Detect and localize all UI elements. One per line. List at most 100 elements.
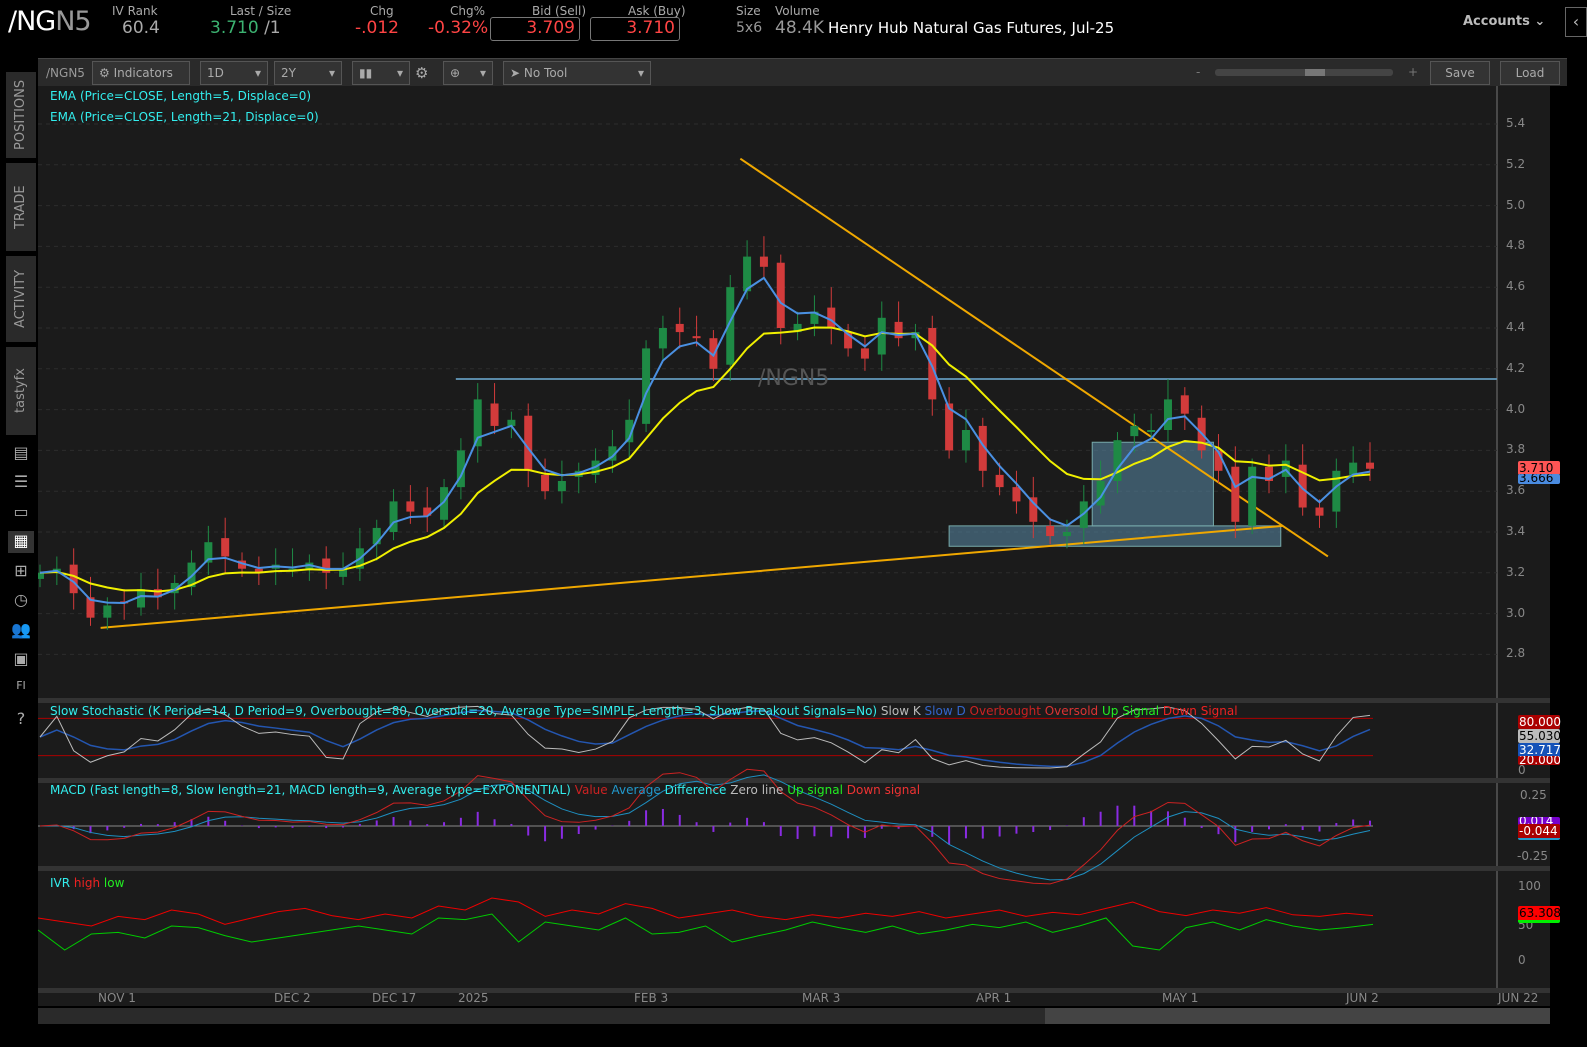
ask-label: Ask (Buy) — [628, 4, 686, 18]
zoom-slider-thumb[interactable] — [1305, 69, 1325, 76]
legend-high: high — [73, 876, 101, 890]
zoom-slider[interactable] — [1215, 69, 1393, 76]
y-tick: 4.8 — [1506, 238, 1526, 253]
save-button[interactable]: Save — [1430, 61, 1490, 85]
bid-label: Bid (Sell) — [532, 4, 587, 18]
slowk-tag: 55.030 — [1518, 729, 1561, 743]
ivr-panel-divider — [38, 866, 1550, 871]
y-tick: 3.2 — [1506, 564, 1526, 579]
candle — [692, 336, 701, 339]
toolbar-symbol[interactable]: /NGN5 — [46, 66, 85, 80]
candle — [557, 481, 566, 492]
candle — [1180, 395, 1189, 414]
overbought-tag: 80.000 — [1518, 715, 1561, 729]
candle — [658, 328, 667, 349]
help-icon[interactable]: ? — [8, 709, 34, 731]
x-tick: FEB 3 — [634, 991, 669, 1005]
chart-area[interactable]: EMA (Price=CLOSE, Length=5, Displace=0) … — [36, 86, 1561, 1024]
indicators-button[interactable]: ⚙ Indicators — [92, 61, 190, 85]
list-icon[interactable]: ☰ — [8, 472, 34, 494]
y-tick: 4.0 — [1506, 401, 1526, 416]
tv-icon[interactable]: ▭ — [8, 502, 34, 524]
sidebar-tab-trade[interactable]: TRADE — [6, 163, 36, 251]
y-tick: 2.8 — [1506, 646, 1526, 661]
candle — [827, 307, 836, 328]
consolidation-box — [948, 525, 1282, 547]
y-tick: 3.6 — [1506, 483, 1526, 498]
chgp-value: -0.32% — [428, 18, 489, 38]
zoom-in-button[interactable]: + — [1408, 65, 1418, 79]
macd-value-tag: -0.044 — [1518, 824, 1560, 840]
ivr-high-line — [37, 897, 1374, 927]
chart-icon[interactable]: ▦ — [8, 531, 34, 553]
sidebar-tab-positions[interactable]: POSITIONS — [6, 72, 36, 158]
settings-gear-icon[interactable]: ⚙ — [415, 64, 428, 82]
y-tick: 4.6 — [1506, 279, 1526, 294]
ema5-study-label[interactable]: EMA (Price=CLOSE, Length=5, Displace=0) — [50, 89, 311, 103]
y-tick: 5.0 — [1506, 197, 1526, 212]
ask-button[interactable]: 3.710 — [590, 17, 680, 41]
drawing-select[interactable]: ⊕ ▾ — [443, 61, 493, 85]
tool-value: No Tool — [523, 66, 568, 80]
stochastic-params[interactable]: Slow Stochastic (K Period=14, D Period=9… — [50, 704, 877, 718]
chart-grid-icon[interactable]: ▤ — [8, 443, 34, 465]
y-tick: 4.4 — [1506, 320, 1526, 334]
legend-low: low — [103, 876, 125, 890]
candle — [103, 605, 112, 618]
indicators-label: Indicators — [113, 66, 173, 80]
ivr-low-line — [37, 913, 1374, 951]
stoch-panel-divider — [38, 698, 1550, 703]
symbol[interactable]: /NGN5 — [8, 6, 92, 37]
candle — [928, 328, 937, 400]
aggregation-select[interactable]: 1D ▾ — [200, 61, 268, 85]
legend-zero-line: Zero line — [730, 783, 784, 797]
iv-rank-value: 60.4 — [122, 18, 160, 38]
bid-button[interactable]: 3.709 — [490, 17, 580, 41]
candle — [1147, 430, 1156, 432]
timeframe-select[interactable]: 2Y ▾ — [274, 61, 342, 85]
sidebar-tab-tastyfx[interactable]: tastyfx — [6, 347, 36, 435]
load-button[interactable]: Load — [1500, 61, 1560, 85]
legend-value: Value — [574, 783, 608, 797]
collapse-panel-button[interactable]: ‹ — [1565, 7, 1587, 37]
trendline — [100, 524, 1283, 629]
y-tick: 5.4 — [1506, 116, 1526, 130]
legend-overbought: Overbought — [969, 704, 1041, 718]
chevron-down-icon: ▾ — [637, 66, 644, 80]
candle — [877, 317, 886, 355]
last-price: 3.710 — [210, 18, 259, 38]
legend-difference: Difference — [664, 783, 727, 797]
candle — [961, 430, 970, 451]
ema21-study-label[interactable]: EMA (Price=CLOSE, Length=21, Displace=0) — [50, 110, 319, 124]
candle — [1315, 507, 1324, 516]
horizontal-scrollbar[interactable] — [38, 1008, 1550, 1024]
gauge-icon: ⚙ — [99, 66, 110, 80]
sidebar-tab-activity[interactable]: ACTIVITY — [6, 256, 36, 342]
candle — [995, 474, 1004, 488]
candle — [1012, 487, 1021, 502]
stochastic-label: Slow Stochastic (K Period=14, D Period=9… — [50, 704, 1238, 718]
crosshair-icon: ⊕ — [450, 66, 461, 80]
tool-select[interactable]: ➤ No Tool ▾ — [503, 61, 651, 85]
clock-icon[interactable]: ◷ — [8, 590, 34, 612]
macd-tick-pos: 0.25 — [1520, 788, 1547, 802]
zoom-out-button[interactable]: - — [1196, 65, 1200, 79]
ivr-label: IVR high low — [50, 876, 124, 890]
people-icon[interactable]: 👥 — [8, 620, 34, 642]
ivr-tick-100: 100 — [1518, 879, 1541, 893]
calendar-icon[interactable]: ▣ — [8, 649, 34, 671]
chart-style-select[interactable]: ▮▮ ▾ — [352, 61, 410, 85]
candle — [1248, 466, 1257, 526]
ivr-name[interactable]: IVR — [50, 876, 70, 890]
x-tick: 2025 — [458, 991, 489, 1005]
y-tick: 4.2 — [1506, 360, 1526, 375]
fi-icon[interactable]: FI — [8, 679, 34, 701]
layout-icon[interactable]: ⊞ — [8, 561, 34, 583]
candle — [221, 538, 230, 557]
accounts-menu[interactable]: Accounts ⌄ — [1463, 14, 1545, 29]
macd-params[interactable]: MACD (Fast length=8, Slow length=21, MAC… — [50, 783, 571, 797]
chg-label: Chg — [370, 4, 394, 18]
scrollbar-thumb[interactable] — [1045, 1008, 1550, 1024]
aggregation-value: 1D — [207, 66, 224, 80]
chg-value: -.012 — [355, 18, 399, 38]
